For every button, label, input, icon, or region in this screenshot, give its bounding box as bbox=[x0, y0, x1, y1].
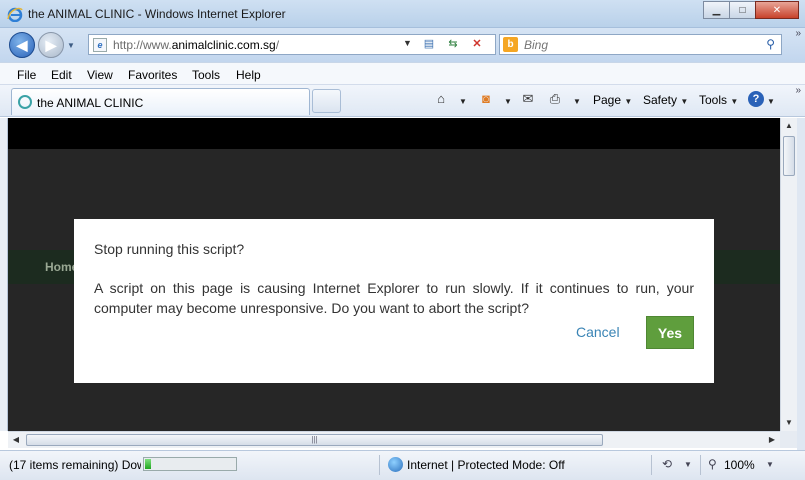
scroll-up-icon[interactable]: ▲ bbox=[781, 118, 797, 134]
feeds-icon[interactable]: ◙ bbox=[478, 91, 494, 107]
forward-button[interactable]: ▶ bbox=[38, 32, 64, 58]
stop-icon[interactable]: ✕ bbox=[467, 37, 487, 52]
menu-file[interactable]: File bbox=[17, 68, 36, 82]
compatibility-view-icon[interactable]: ▤ bbox=[419, 37, 439, 52]
back-button[interactable]: ◀ bbox=[9, 32, 35, 58]
scroll-right-icon[interactable]: ▶ bbox=[764, 432, 780, 448]
back-arrow-icon: ◀ bbox=[16, 36, 28, 53]
status-text: (17 items remaining) Downloading picture… bbox=[9, 458, 141, 472]
bing-icon: b bbox=[503, 37, 518, 52]
dialog-message: A script on this page is causing Interne… bbox=[94, 280, 694, 316]
menu-favorites[interactable]: Favorites bbox=[128, 68, 177, 82]
zoom-dropdown-icon[interactable]: ▼ bbox=[766, 460, 774, 469]
menu-bar: File Edit View Favorites Tools Help bbox=[0, 62, 805, 85]
yes-button[interactable]: Yes bbox=[646, 316, 694, 349]
page-menu-button[interactable]: Page ▼ bbox=[593, 93, 632, 107]
command-bar: the ANIMAL CLINIC ⌂ ▼ ◙ ▼ ✉ ⎙ ▼ Page ▼ S… bbox=[0, 85, 805, 117]
tab-animal-clinic[interactable]: the ANIMAL CLINIC bbox=[11, 88, 310, 115]
site-header bbox=[8, 118, 780, 149]
search-icon[interactable]: ⚲ bbox=[766, 37, 775, 51]
progress-fill bbox=[145, 459, 151, 469]
window-controls: ▁ □ ✕ bbox=[703, 1, 799, 19]
print-icon[interactable]: ⎙ bbox=[547, 91, 563, 107]
chevron-down-icon[interactable]: ▼ bbox=[684, 460, 692, 469]
protected-mode-icon[interactable]: ⟲ bbox=[662, 457, 672, 471]
scroll-left-icon[interactable]: ◀ bbox=[8, 432, 24, 448]
print-dropdown[interactable]: ▼ bbox=[573, 93, 581, 107]
cancel-button[interactable]: Cancel bbox=[576, 324, 620, 340]
scroll-corner bbox=[780, 431, 797, 448]
stop-script-dialog: Stop running this script? A script on th… bbox=[74, 219, 714, 383]
menu-tools[interactable]: Tools bbox=[192, 68, 220, 82]
chevron-more-icon[interactable]: » bbox=[795, 28, 801, 39]
vertical-scroll-thumb[interactable] bbox=[783, 136, 795, 176]
window-title: the ANIMAL CLINIC - Windows Internet Exp… bbox=[28, 7, 286, 21]
status-separator bbox=[700, 455, 701, 475]
status-separator bbox=[379, 455, 380, 475]
left-frame bbox=[0, 118, 8, 431]
new-tab-button[interactable] bbox=[312, 89, 341, 113]
close-button[interactable]: ✕ bbox=[755, 1, 799, 19]
status-bar: (17 items remaining) Downloading picture… bbox=[0, 450, 805, 480]
status-separator bbox=[651, 455, 652, 475]
menu-help[interactable]: Help bbox=[236, 68, 261, 82]
forward-arrow-icon: ▶ bbox=[45, 36, 57, 53]
tab-title: the ANIMAL CLINIC bbox=[37, 96, 144, 110]
download-progress-bar bbox=[143, 457, 237, 471]
right-frame bbox=[797, 118, 805, 461]
address-row: ◀ ▶ ▼ e http://www.animalclinic.com.sg/ … bbox=[0, 28, 805, 62]
internet-zone-icon bbox=[388, 457, 403, 472]
tools-menu-button[interactable]: Tools ▼ bbox=[699, 93, 738, 107]
zoom-level[interactable]: 100% bbox=[724, 458, 755, 472]
security-zone-text[interactable]: Internet | Protected Mode: Off bbox=[407, 458, 565, 472]
help-icon[interactable]: ? bbox=[748, 91, 764, 107]
home-icon[interactable]: ⌂ bbox=[433, 91, 449, 107]
scroll-down-icon[interactable]: ▼ bbox=[781, 415, 797, 431]
address-bar[interactable]: e http://www.animalclinic.com.sg/ ▼ ▤ ⇆ … bbox=[88, 34, 496, 55]
search-input[interactable] bbox=[524, 37, 744, 52]
read-mail-icon[interactable]: ✉ bbox=[520, 91, 536, 107]
search-box[interactable]: b ⚲ bbox=[499, 34, 782, 55]
tab-loading-icon bbox=[18, 95, 32, 109]
feeds-dropdown[interactable]: ▼ bbox=[504, 93, 512, 107]
safety-menu-button[interactable]: Safety ▼ bbox=[643, 93, 688, 107]
menu-edit[interactable]: Edit bbox=[51, 68, 72, 82]
url-text[interactable]: http://www.animalclinic.com.sg/ bbox=[113, 38, 279, 52]
home-dropdown[interactable]: ▼ bbox=[459, 93, 467, 107]
internet-explorer-icon bbox=[7, 7, 23, 22]
chevron-down-icon[interactable]: ▼ bbox=[403, 38, 412, 48]
horizontal-scroll-thumb[interactable]: ||| bbox=[26, 434, 603, 446]
help-dropdown[interactable]: ▼ bbox=[767, 93, 775, 107]
zoom-icon[interactable]: ⚲ bbox=[708, 457, 717, 471]
menu-view[interactable]: View bbox=[87, 68, 113, 82]
title-bar: the ANIMAL CLINIC - Windows Internet Exp… bbox=[0, 0, 805, 28]
page-icon: e bbox=[93, 38, 107, 52]
minimize-button[interactable]: ▁ bbox=[703, 1, 730, 19]
maximize-button[interactable]: □ bbox=[729, 1, 756, 19]
recent-pages-dropdown[interactable]: ▼ bbox=[67, 41, 75, 50]
refresh-icon[interactable]: ⇆ bbox=[443, 37, 463, 52]
command-chevron-icon[interactable]: » bbox=[795, 85, 801, 96]
horizontal-scrollbar[interactable]: ◀ ||| ▶ bbox=[8, 431, 780, 448]
dialog-title: Stop running this script? bbox=[94, 241, 245, 257]
vertical-scrollbar[interactable]: ▲ ▼ bbox=[780, 118, 797, 431]
